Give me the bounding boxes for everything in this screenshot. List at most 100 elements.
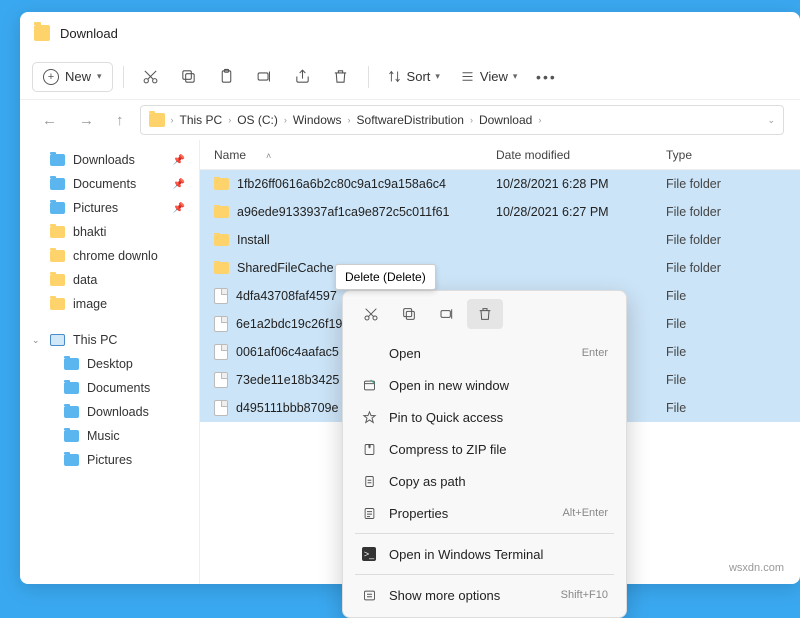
folder-icon — [214, 262, 229, 274]
pin-icon: 📌 — [173, 155, 185, 166]
separator — [368, 66, 369, 88]
folder-icon — [64, 430, 79, 442]
crumb[interactable]: This PC — [180, 113, 223, 127]
sidebar-this-pc[interactable]: ⌄This PC — [24, 328, 195, 352]
view-icon — [460, 69, 475, 84]
separator — [123, 66, 124, 88]
ctx-cut-button[interactable] — [353, 299, 389, 329]
pc-icon — [50, 334, 65, 346]
sidebar-item[interactable]: Desktop — [24, 352, 195, 376]
file-row[interactable]: 1fb26ff0616a6b2c80c9a1c9a158a6c410/28/20… — [200, 170, 800, 198]
view-button[interactable]: View ▾ — [452, 64, 525, 89]
folder-icon — [64, 406, 79, 418]
props-icon — [361, 505, 377, 521]
ctx-item[interactable]: PropertiesAlt+Enter — [349, 497, 620, 529]
pin-icon: 📌 — [173, 179, 185, 190]
new-button[interactable]: + New ▾ — [32, 62, 113, 92]
folder-icon — [64, 382, 79, 394]
folder-icon — [34, 25, 50, 41]
chevron-down-icon: ▾ — [97, 71, 102, 82]
file-icon — [214, 372, 228, 388]
file-row[interactable]: a96ede9133937af1ca9e872c5c011f6110/28/20… — [200, 198, 800, 226]
empty-icon — [361, 345, 377, 361]
delete-tooltip: Delete (Delete) — [335, 264, 436, 290]
sidebar-item[interactable]: Documents — [24, 376, 195, 400]
back-button[interactable]: ← — [36, 108, 63, 133]
divider — [355, 533, 614, 534]
chevron-down-icon[interactable]: ⌄ — [767, 115, 775, 126]
ctx-item[interactable]: Open in new window — [349, 369, 620, 401]
context-toolbar — [349, 297, 620, 337]
sidebar-item[interactable]: bhakti — [24, 220, 195, 244]
star-icon — [361, 409, 377, 425]
crumb[interactable]: Windows — [293, 113, 342, 127]
copy-button[interactable] — [172, 62, 206, 92]
file-icon — [214, 288, 228, 304]
window-icon — [361, 377, 377, 393]
titlebar[interactable]: Download — [20, 12, 800, 54]
folder-icon — [149, 113, 165, 127]
divider — [355, 574, 614, 575]
delete-button[interactable] — [324, 62, 358, 92]
folder-icon — [50, 178, 65, 190]
sidebar-item[interactable]: data — [24, 268, 195, 292]
ctx-delete-button[interactable] — [467, 299, 503, 329]
path-icon — [361, 473, 377, 489]
sidebar-item[interactable]: Documents📌 — [24, 172, 195, 196]
file-row[interactable]: SharedFileCacheFile folder — [200, 254, 800, 282]
ctx-item[interactable]: OpenEnter — [349, 337, 620, 369]
folder-icon — [50, 154, 65, 166]
address-bar[interactable]: › This PC› OS (C:)› Windows› SoftwareDis… — [140, 105, 785, 135]
paste-button[interactable] — [210, 62, 244, 92]
cut-button[interactable] — [134, 62, 168, 92]
folder-icon — [64, 454, 79, 466]
watermark: wsxdn.com — [729, 562, 784, 574]
folder-icon — [64, 358, 79, 370]
forward-button[interactable]: → — [73, 108, 100, 133]
file-icon — [214, 316, 228, 332]
file-row[interactable]: InstallFile folder — [200, 226, 800, 254]
chevron-down-icon: ▾ — [513, 71, 518, 82]
sidebar-item[interactable]: image — [24, 292, 195, 316]
chevron-down-icon: ▾ — [435, 71, 440, 82]
ctx-item[interactable]: Copy as path — [349, 465, 620, 497]
sort-asc-icon: ˄ — [266, 151, 271, 161]
sort-icon — [387, 69, 402, 84]
up-button[interactable]: ↑ — [110, 108, 130, 133]
sidebar-item[interactable]: Pictures — [24, 448, 195, 472]
chevron-down-icon: ⌄ — [32, 335, 40, 346]
pin-icon: 📌 — [173, 203, 185, 214]
crumb[interactable]: Download — [479, 113, 532, 127]
sidebar-item[interactable]: Music — [24, 424, 195, 448]
folder-icon — [214, 234, 229, 246]
ctx-item[interactable]: Pin to Quick access — [349, 401, 620, 433]
toolbar: + New ▾ Sort ▾ View ▾ ••• — [20, 54, 800, 100]
column-headers[interactable]: Name˄ Date modified Type — [200, 140, 800, 170]
sidebar-item[interactable]: Downloads — [24, 400, 195, 424]
folder-icon — [50, 250, 65, 262]
ctx-rename-button[interactable] — [429, 299, 465, 329]
ctx-item[interactable]: Compress to ZIP file — [349, 433, 620, 465]
folder-icon — [50, 226, 65, 238]
folder-icon — [50, 202, 65, 214]
sidebar-item[interactable]: Downloads📌 — [24, 148, 195, 172]
zip-icon — [361, 441, 377, 457]
crumb[interactable]: SoftwareDistribution — [357, 113, 464, 127]
rename-button[interactable] — [248, 62, 282, 92]
sidebar-item[interactable]: Pictures📌 — [24, 196, 195, 220]
ctx-copy-button[interactable] — [391, 299, 427, 329]
more-icon — [362, 588, 377, 603]
folder-icon — [50, 274, 65, 286]
window-title: Download — [60, 26, 118, 41]
sidebar-item[interactable]: chrome downlo — [24, 244, 195, 268]
plus-icon: + — [43, 69, 59, 85]
new-label: New — [65, 69, 91, 84]
ctx-open-terminal[interactable]: >_ Open in Windows Terminal — [349, 538, 620, 570]
share-button[interactable] — [286, 62, 320, 92]
terminal-icon: >_ — [362, 547, 376, 561]
sidebar: Downloads📌Documents📌Pictures📌bhaktichrom… — [20, 140, 200, 584]
sort-button[interactable]: Sort ▾ — [379, 64, 448, 89]
more-button[interactable]: ••• — [529, 62, 563, 92]
crumb[interactable]: OS (C:) — [237, 113, 278, 127]
context-menu: OpenEnterOpen in new windowPin to Quick … — [342, 290, 627, 618]
